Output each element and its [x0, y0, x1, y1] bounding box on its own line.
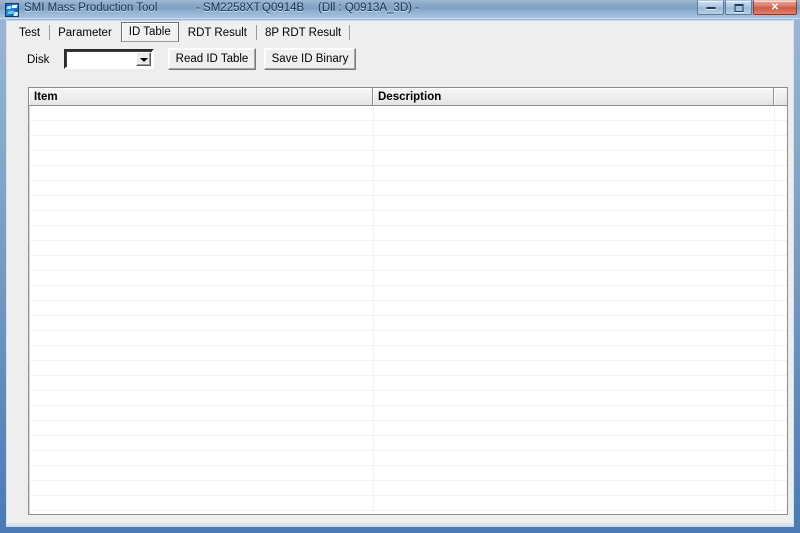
table-row: [29, 151, 787, 166]
tab-parameter[interactable]: Parameter: [49, 23, 121, 42]
table-row: [29, 496, 787, 511]
minimize-icon: [706, 6, 715, 9]
title-bar[interactable]: SMI Mass Production Tool - SM2258XT Q091…: [0, 0, 800, 19]
table-row: [29, 406, 787, 421]
table-row: [29, 316, 787, 331]
disk-label: Disk: [27, 54, 50, 66]
id-table-header: Item Description: [29, 88, 787, 106]
table-row: [29, 211, 787, 226]
tab-list: Test Parameter ID Table RDT Result 8P RD…: [10, 21, 351, 42]
tab-strip: Test Parameter ID Table RDT Result 8P RD…: [7, 19, 793, 43]
column-header-spacer[interactable]: [774, 88, 787, 106]
window-title-chip: - SM2258XT: [196, 2, 261, 14]
table-row: [29, 466, 787, 481]
table-row: [29, 106, 787, 121]
table-row: [29, 421, 787, 436]
close-icon: ✕: [770, 1, 780, 13]
app-window: SMI Mass Production Tool - SM2258XT Q091…: [0, 0, 800, 533]
table-row: [29, 181, 787, 196]
window-bottom-bevel: [6, 524, 794, 527]
tab-test[interactable]: Test: [10, 23, 49, 42]
tab-id-table[interactable]: ID Table: [120, 22, 179, 42]
id-table-listview[interactable]: Item Description: [28, 87, 788, 515]
column-header-item[interactable]: Item: [29, 88, 373, 106]
tab-id-table-label: ID Table: [128, 26, 171, 38]
table-row: [29, 271, 787, 286]
tab-test-label: Test: [19, 26, 41, 39]
table-row: [29, 136, 787, 151]
table-row: [29, 361, 787, 376]
title-chip-model: SM2258XT: [203, 2, 261, 14]
table-row: [29, 256, 787, 271]
table-row: [29, 481, 787, 496]
id-table-toolbar: Disk Read ID Table Save ID Binary: [7, 43, 793, 79]
window-title-dll: (Dll : Q0913A_3D) -: [318, 2, 419, 14]
table-row: [29, 391, 787, 406]
maximize-icon: [734, 3, 743, 12]
tab-rdt-result[interactable]: RDT Result: [179, 23, 256, 42]
close-button[interactable]: ✕: [753, 0, 797, 15]
tab-8p-rdt-result-label: 8P RDT Result: [264, 26, 342, 39]
table-row: [29, 301, 787, 316]
id-table-body[interactable]: [29, 106, 787, 514]
table-row: [29, 451, 787, 466]
table-row: [29, 346, 787, 361]
save-id-binary-button[interactable]: Save ID Binary: [264, 48, 356, 70]
title-dll-text: (Dll : Q0913A_3D): [318, 2, 412, 14]
read-id-table-button[interactable]: Read ID Table: [168, 48, 256, 70]
table-row: [29, 376, 787, 391]
title-dash-right: -: [415, 2, 420, 14]
table-row: [29, 226, 787, 241]
tab-parameter-label: Parameter: [58, 26, 112, 39]
app-icon: [5, 3, 19, 17]
maximize-button[interactable]: [725, 0, 752, 15]
window-title: SMI Mass Production Tool: [24, 2, 158, 14]
tab-8p-rdt-result[interactable]: 8P RDT Result: [255, 23, 351, 42]
id-table-rows: [29, 106, 787, 514]
table-row: [29, 241, 787, 256]
chevron-down-icon[interactable]: [136, 52, 151, 66]
table-row: [29, 166, 787, 181]
table-row: [29, 196, 787, 211]
table-row: [29, 331, 787, 346]
minimize-button[interactable]: [697, 0, 724, 15]
window-controls: ✕: [696, 0, 797, 17]
table-row: [29, 286, 787, 301]
tab-rdt-result-label: RDT Result: [187, 26, 247, 39]
table-row: [29, 436, 787, 451]
table-row: [29, 121, 787, 136]
client-area: Test Parameter ID Table RDT Result 8P RD…: [6, 19, 794, 524]
disk-select[interactable]: [64, 49, 154, 69]
title-dash-left: -: [196, 2, 200, 14]
window-title-firmware: Q0914B: [262, 2, 305, 14]
column-header-description[interactable]: Description: [373, 88, 774, 106]
table-row: [29, 511, 787, 514]
